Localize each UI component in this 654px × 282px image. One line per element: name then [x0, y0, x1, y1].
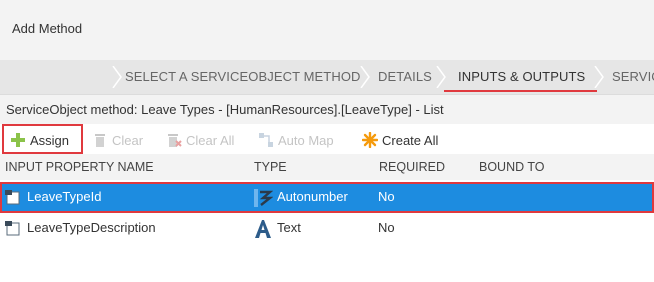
- property-required: No: [378, 220, 395, 235]
- column-required[interactable]: REQUIRED: [379, 160, 445, 174]
- wizard-steps: SELECT A SERVICEOBJECT METHOD DETAILS IN…: [0, 60, 654, 94]
- property-required: No: [378, 189, 395, 204]
- trash-x-icon: [168, 134, 182, 147]
- clear-label: Clear: [112, 132, 144, 148]
- step-separator-icon: [360, 66, 370, 88]
- method-description: ServiceObject method: Leave Types - [Hum…: [0, 94, 654, 124]
- dialog-header: Add Method: [0, 0, 654, 60]
- auto-map-button[interactable]: Auto Map: [258, 130, 334, 150]
- star-burst-icon: [362, 132, 378, 148]
- text-type-icon: [255, 220, 271, 238]
- grid-header: INPUT PROPERTY NAME TYPE REQUIRED BOUND …: [0, 154, 654, 180]
- column-bound-to[interactable]: BOUND TO: [479, 160, 545, 174]
- step-details[interactable]: DETAILS: [378, 69, 432, 84]
- step-inputs-outputs[interactable]: INPUTS & OUTPUTS: [443, 69, 598, 92]
- trash-icon: [95, 134, 105, 147]
- step-select-serviceobject-method[interactable]: SELECT A SERVICEOBJECT METHOD: [125, 69, 361, 84]
- property-name: LeaveTypeDescription: [27, 220, 156, 235]
- assign-highlight: [2, 124, 83, 154]
- auto-map-icon: [259, 133, 273, 147]
- property-type: Autonumber: [277, 189, 348, 204]
- auto-map-label: Auto Map: [278, 132, 334, 148]
- property-type: Text: [277, 220, 301, 235]
- clear-all-button[interactable]: Clear All: [166, 130, 234, 150]
- method-description-text: ServiceObject method: Leave Types - [Hum…: [6, 102, 444, 117]
- dialog-title: Add Method: [12, 21, 83, 36]
- step-serviceobject[interactable]: SERVIC: [612, 69, 654, 84]
- step-separator-icon: [112, 66, 122, 88]
- column-input-property-name[interactable]: INPUT PROPERTY NAME: [5, 160, 154, 174]
- create-all-button[interactable]: Create All: [362, 130, 438, 150]
- input-property-icon: [5, 221, 20, 236]
- clear-all-label: Clear All: [186, 132, 235, 148]
- property-name: LeaveTypeId: [27, 189, 102, 204]
- input-property-icon: [5, 190, 20, 205]
- table-row[interactable]: LeaveTypeId Autonumber No: [0, 182, 654, 212]
- step-separator-icon: [594, 66, 604, 88]
- column-type[interactable]: TYPE: [254, 160, 287, 174]
- toolbar: Assign Clear Clear All Auto Map Create A…: [0, 124, 654, 154]
- create-all-label: Create All: [382, 132, 439, 148]
- clear-button[interactable]: Clear: [92, 130, 143, 150]
- autonumber-icon: [254, 189, 273, 207]
- table-row[interactable]: LeaveTypeDescription Text No: [0, 213, 654, 243]
- step-separator-icon: [436, 66, 446, 88]
